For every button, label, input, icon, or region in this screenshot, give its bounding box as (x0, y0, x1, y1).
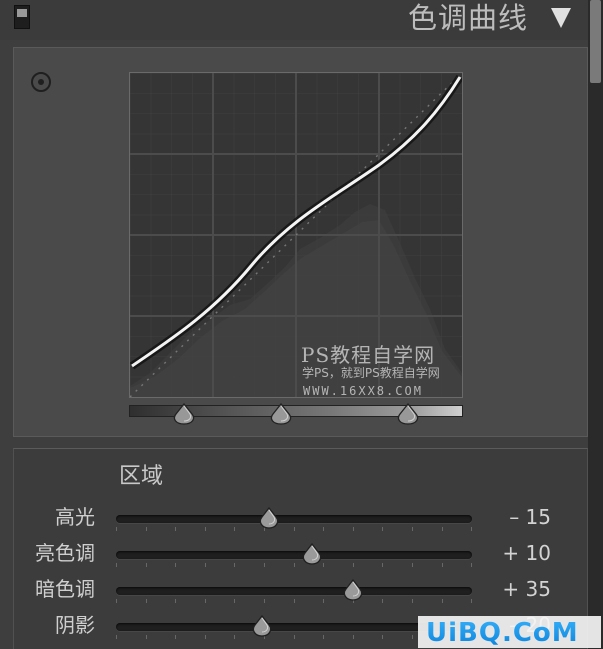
slider-tick (145, 563, 147, 567)
slider-tick (234, 527, 236, 531)
slider-tick (204, 599, 206, 603)
slider-tick (234, 635, 236, 639)
tone-curve-app: 色调曲线 PS教程自学网 学PS，就到PS教程自学网 WWW.16XX8.COM… (0, 0, 603, 649)
curve-panel: PS教程自学网 学PS，就到PS教程自学网 WWW.16XX8.COM (13, 47, 588, 437)
uibq-logo-svg: UiBQ.CoM (418, 616, 601, 648)
slider-tick (382, 527, 384, 531)
slider-tick (116, 599, 117, 603)
slider-tick (323, 599, 325, 603)
slider-tick (116, 563, 117, 567)
slider-tick (412, 527, 413, 531)
darks-slider-thumb[interactable] (342, 579, 364, 601)
slider-tick (441, 599, 443, 603)
slider-tick (471, 527, 473, 531)
slider-tick (382, 635, 384, 639)
scroll-thumb[interactable] (590, 0, 601, 83)
slider-tick (175, 527, 177, 531)
slider-tick (323, 527, 325, 531)
right-scrollbar[interactable] (588, 0, 603, 649)
lights-slider-row: 亮色调 + 10 (14, 538, 589, 572)
slider-tick (471, 563, 473, 567)
slider-tick (352, 635, 354, 639)
watermark-url-text: WWW.16XX8.COM (303, 384, 423, 398)
highlights-label: 高光 (55, 505, 95, 529)
slider-tick (175, 635, 177, 639)
darks-value: + 35 (502, 577, 551, 601)
slider-tick (264, 599, 265, 603)
split-handle-highlights[interactable] (396, 403, 420, 425)
slider-tick (175, 599, 177, 603)
slider-tick (204, 563, 206, 567)
slider-tick (382, 563, 384, 567)
shadows-label: 阴影 (55, 613, 95, 637)
highlights-slider-row: 高光 – 15 (14, 502, 589, 536)
darks-slider-ticks (116, 599, 473, 605)
highlights-value: – 15 (509, 505, 551, 529)
highlights-slider-thumb[interactable] (258, 507, 280, 529)
darks-slider-track[interactable] (116, 587, 472, 595)
slider-tick (145, 599, 147, 603)
slider-tick (293, 527, 295, 531)
slider-tick (412, 563, 413, 567)
slider-tick (145, 635, 147, 639)
slider-tick (204, 527, 206, 531)
slider-tick (116, 635, 117, 639)
slider-tick (471, 599, 473, 603)
highlights-slider-track[interactable] (116, 515, 472, 523)
darks-label: 暗色调 (35, 577, 95, 601)
uibq-logo: UiBQ.CoM (418, 616, 601, 648)
lights-slider-ticks (116, 563, 473, 569)
slider-tick (323, 563, 325, 567)
slider-tick (441, 563, 443, 567)
slider-tick (204, 635, 206, 639)
slider-tick (412, 635, 413, 639)
slider-tick (412, 599, 413, 603)
uibq-logo-text: UiBQ.CoM (426, 618, 579, 648)
slider-tick (293, 563, 295, 567)
shadows-slider-thumb[interactable] (251, 615, 273, 637)
split-handle-midtones[interactable] (269, 403, 293, 425)
slider-tick (323, 635, 325, 639)
highlights-slider-ticks (116, 527, 473, 533)
target-adjustment-icon[interactable] (31, 72, 51, 92)
slider-tick (352, 527, 354, 531)
slider-tick (382, 599, 384, 603)
split-handle-shadows[interactable] (172, 403, 196, 425)
slider-tick (293, 635, 295, 639)
slider-tick (234, 599, 236, 603)
lights-slider-thumb[interactable] (301, 543, 323, 565)
panel-title: 色调曲线 (407, 1, 528, 35)
slider-tick (116, 527, 117, 531)
slider-tick (293, 599, 295, 603)
slider-tick (234, 563, 236, 567)
region-title: 区域 (119, 464, 164, 489)
panel-collapse-button[interactable] (14, 5, 30, 29)
collapse-triangle-icon[interactable] (551, 8, 571, 28)
lights-label: 亮色调 (35, 541, 95, 565)
slider-tick (175, 563, 177, 567)
darks-slider-row: 暗色调 + 35 (14, 574, 589, 608)
panel-header: 色调曲线 (0, 0, 603, 40)
slider-tick (264, 563, 265, 567)
watermark-main-text: PS教程自学网 (301, 343, 436, 367)
lights-value: + 10 (502, 541, 551, 565)
tone-curve-graph[interactable]: PS教程自学网 学PS，就到PS教程自学网 WWW.16XX8.COM (129, 72, 463, 398)
slider-tick (145, 527, 147, 531)
watermark-subtitle-text: 学PS，就到PS教程自学网 (302, 366, 440, 380)
slider-tick (352, 563, 354, 567)
lights-slider-track[interactable] (116, 551, 472, 559)
slider-tick (441, 527, 443, 531)
